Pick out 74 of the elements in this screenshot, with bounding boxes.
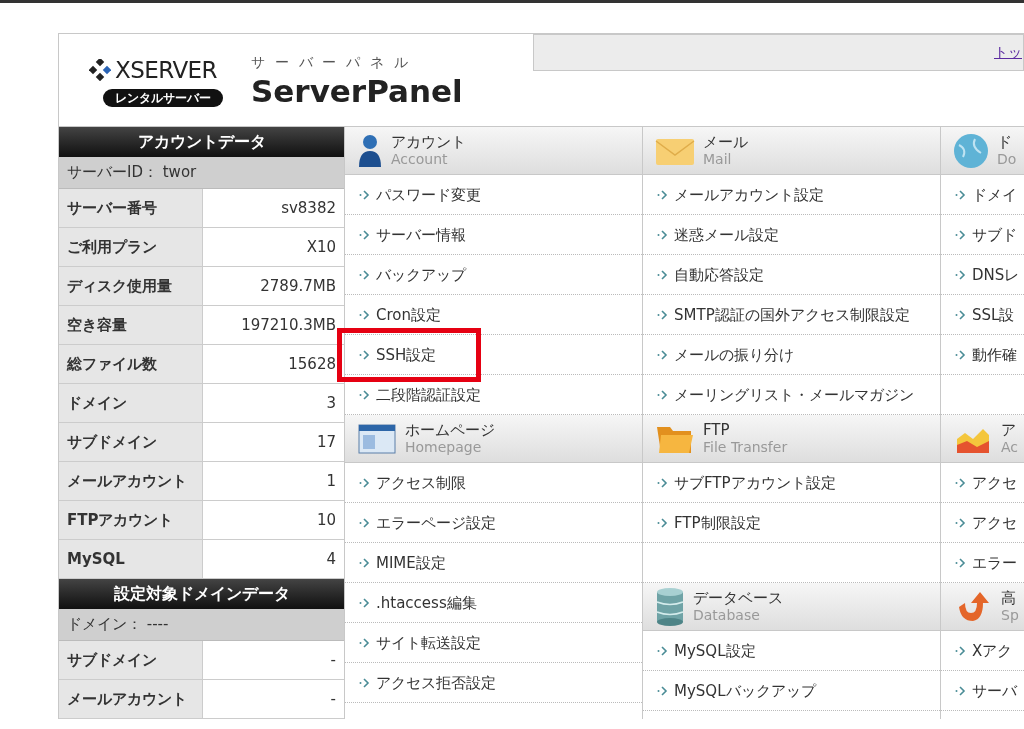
- section-title: ド: [997, 133, 1013, 151]
- person-icon: [357, 132, 383, 169]
- menu-link[interactable]: SSH設定: [337, 327, 482, 382]
- section-subtitle: Sp: [1001, 606, 1019, 624]
- arrow-bullet-icon: [657, 517, 668, 528]
- table-title: アカウントデータ: [59, 127, 344, 157]
- arrow-bullet-icon: [359, 349, 370, 360]
- arrow-bullet-icon: [359, 517, 370, 528]
- panel-title: ServerPanel: [251, 72, 463, 109]
- diamond-logo-icon: [89, 59, 112, 81]
- arrow-bullet-icon: [359, 637, 370, 648]
- label-cell: ディスク使用量: [59, 267, 203, 305]
- summary-row: サーバーID： twor: [59, 157, 344, 189]
- label-cell: サブドメイン: [59, 641, 203, 679]
- arrow-bullet-icon: [955, 557, 966, 568]
- arrow-bullet-icon: [359, 477, 370, 488]
- arrow-bullet-icon: [359, 229, 370, 240]
- table-title: 設定対象ドメインデータ: [59, 579, 344, 609]
- logo-badge: レンタルサーバー: [103, 89, 223, 108]
- section-subtitle: Do: [997, 150, 1017, 168]
- label-cell: ご利用プラン: [59, 228, 203, 266]
- arrow-bullet-icon: [359, 189, 370, 200]
- arrow-bullet-icon: [955, 269, 966, 280]
- label-cell: ドメイン: [59, 384, 203, 422]
- arrow-bullet-icon: [955, 517, 966, 528]
- section-title: データベース: [693, 589, 783, 607]
- top-link[interactable]: トッ: [994, 42, 1022, 63]
- section-subtitle: Database: [693, 606, 761, 624]
- label-cell: 空き容量: [59, 306, 203, 344]
- globe-icon: [953, 132, 989, 169]
- logo-text: XSERVER: [115, 55, 217, 85]
- section-subtitle: Homepage: [405, 438, 483, 456]
- section-title: ア: [1001, 421, 1017, 439]
- arrow-bullet-icon: [657, 349, 668, 360]
- label-cell: サブドメイン: [59, 423, 203, 461]
- arrow-bullet-icon: [955, 477, 966, 488]
- arrow-bullet-icon: [955, 685, 966, 696]
- section-title: メール: [703, 133, 748, 151]
- label-cell: MySQL: [59, 540, 203, 578]
- arrow-bullet-icon: [955, 309, 966, 320]
- section-title: FTP: [703, 421, 731, 439]
- arrow-bullet-icon: [657, 645, 668, 656]
- arrow-bullet-icon: [359, 677, 370, 688]
- arrow-bullet-icon: [657, 229, 668, 240]
- panel-kana: サーバーパネル: [251, 52, 419, 72]
- arrow-bullet-icon: [657, 477, 668, 488]
- label-cell: 総ファイル数: [59, 345, 203, 383]
- arrow-bullet-icon: [359, 309, 370, 320]
- label-cell: メールアカウント: [59, 680, 203, 718]
- arrow-bullet-icon: [359, 557, 370, 568]
- section-subtitle: Account: [391, 150, 449, 168]
- arrow-bullet-icon: [657, 389, 668, 400]
- section-subtitle: Mail: [703, 150, 733, 168]
- label-cell: サーバー番号: [59, 189, 203, 227]
- arrow-bullet-icon: [657, 309, 668, 320]
- arrow-bullet-icon: [359, 597, 370, 608]
- arrow-bullet-icon: [359, 269, 370, 280]
- arrow-bullet-icon: [657, 269, 668, 280]
- label-cell: FTPアカウント: [59, 501, 203, 539]
- arrow-bullet-icon: [657, 685, 668, 696]
- arrow-bullet-icon: [955, 229, 966, 240]
- arrow-bullet-icon: [955, 349, 966, 360]
- arrow-bullet-icon: [359, 389, 370, 400]
- database-icon: [655, 586, 685, 627]
- arrow-bullet-icon: [657, 189, 668, 200]
- arrow-bullet-icon: [955, 189, 966, 200]
- summary-row: ドメイン： ----: [59, 609, 344, 641]
- section-subtitle: Ac: [1001, 438, 1019, 456]
- section-subtitle: File Transfer: [703, 438, 788, 456]
- section-title: アカウント: [391, 133, 466, 151]
- label-cell: メールアカウント: [59, 462, 203, 500]
- section-title: 高: [1001, 589, 1017, 607]
- arrow-bullet-icon: [955, 645, 966, 656]
- section-title: ホームページ: [405, 421, 495, 439]
